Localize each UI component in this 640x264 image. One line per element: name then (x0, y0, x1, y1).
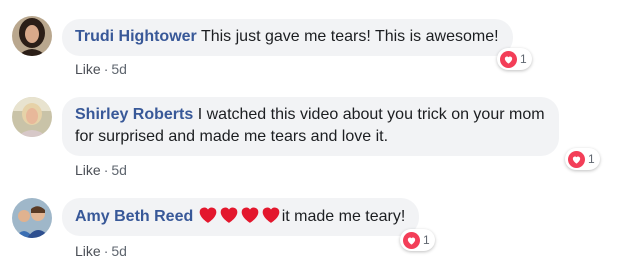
red-heart-emoji (219, 205, 239, 224)
avatar[interactable] (12, 97, 52, 137)
separator-dot: · (103, 61, 109, 77)
comment-timestamp[interactable]: 5d (111, 243, 127, 259)
comment-bubble: Trudi Hightower This just gave me tears!… (62, 19, 513, 56)
comment-timestamp[interactable]: 5d (111, 162, 127, 178)
comment-bubble: Shirley Roberts I watched this video abo… (62, 97, 559, 156)
like-link[interactable]: Like (75, 61, 101, 77)
comment-timestamp[interactable]: 5d (111, 61, 127, 77)
red-heart-emoji (240, 205, 260, 224)
comment-author[interactable]: Shirley Roberts (75, 106, 193, 123)
red-heart-emoji (198, 205, 218, 224)
reaction-summary[interactable]: 1 (565, 148, 600, 170)
comment-author[interactable]: Trudi Hightower (75, 28, 197, 45)
love-icon (568, 150, 585, 168)
comment-actions: Like · 5d (75, 243, 127, 259)
comment-bubble: Amy Beth Reed it made me teary! (62, 198, 420, 236)
like-link[interactable]: Like (75, 162, 101, 178)
avatar[interactable] (12, 16, 52, 56)
red-heart-emoji (261, 205, 281, 224)
like-link[interactable]: Like (75, 243, 101, 259)
reaction-summary[interactable]: 1 (400, 229, 435, 251)
comment-author[interactable]: Amy Beth Reed (75, 208, 193, 225)
comment-text-line-2: for surprised and made me tears and love… (75, 128, 389, 145)
love-icon (403, 231, 420, 249)
comment-text: it made me teary! (281, 208, 406, 225)
reaction-count: 1 (588, 152, 595, 166)
comment-text-line-1: I watched this video about you trick on … (197, 106, 545, 123)
avatar[interactable] (12, 198, 52, 238)
separator-dot: · (103, 162, 109, 178)
reaction-summary[interactable]: 1 (497, 48, 532, 70)
comment-text: This just gave me tears! This is awesome… (200, 28, 499, 45)
comment-actions: Like · 5d (75, 162, 127, 178)
separator-dot: · (103, 243, 109, 259)
love-icon (500, 50, 517, 68)
reaction-count: 1 (423, 233, 430, 247)
comment-actions: Like · 5d (75, 61, 127, 77)
reaction-count: 1 (520, 52, 527, 66)
